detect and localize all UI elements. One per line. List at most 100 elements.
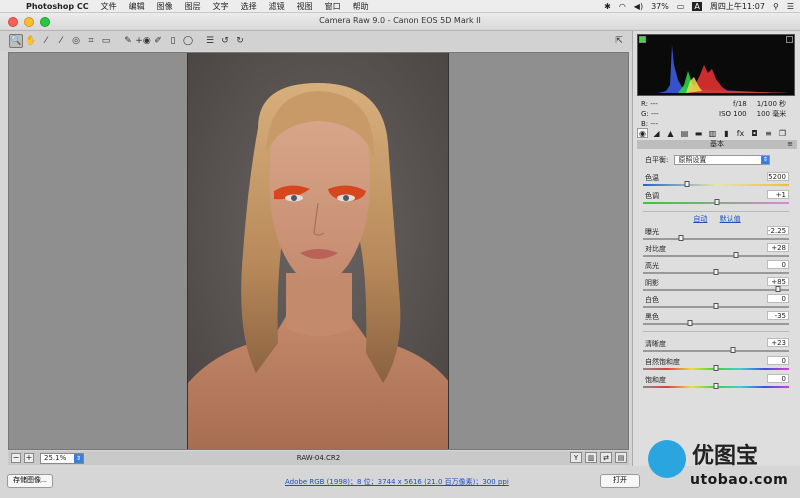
graduated-filter-icon[interactable]: ▯ <box>166 34 180 48</box>
slider-shadows[interactable]: 阴影 +85 <box>643 277 789 295</box>
contrast-knob[interactable] <box>733 252 739 258</box>
input-method[interactable]: A <box>692 2 702 11</box>
menu-edit[interactable]: 编辑 <box>129 1 145 12</box>
slider-vibrance[interactable]: 自然饱和度 0 <box>643 356 789 374</box>
color-sampler-icon[interactable]: ⁄ <box>54 34 68 48</box>
blacks-knob[interactable] <box>687 320 693 326</box>
menu-select[interactable]: 选择 <box>241 1 257 12</box>
image-canvas[interactable] <box>8 52 629 450</box>
auto-link[interactable]: 自动 <box>693 215 707 223</box>
highlight-clipping-icon[interactable] <box>786 36 793 43</box>
radial-filter-icon[interactable]: ◯ <box>181 34 195 48</box>
temperature-knob[interactable] <box>684 181 690 187</box>
tab-basic-icon[interactable]: ◉ <box>637 128 648 138</box>
whites-value[interactable]: 0 <box>767 294 789 303</box>
clarity-knob[interactable] <box>730 347 736 353</box>
slider-blacks[interactable]: 黑色 -35 <box>643 311 789 329</box>
menu-type[interactable]: 文字 <box>213 1 229 12</box>
preferences-icon[interactable]: ☰ <box>203 34 217 48</box>
slider-tint[interactable]: 色调 +1 <box>643 190 789 208</box>
before-after-icon[interactable]: ▥ <box>585 452 597 463</box>
highlights-knob[interactable] <box>713 269 719 275</box>
clock[interactable]: 周四上午11:07 <box>710 1 765 12</box>
shadows-value[interactable]: +85 <box>767 277 789 286</box>
menu-file[interactable]: 文件 <box>101 1 117 12</box>
spot-removal-icon[interactable]: ✎ <box>121 34 135 48</box>
tab-effects-icon[interactable]: ▮ <box>721 128 732 138</box>
photo-preview[interactable] <box>187 53 449 449</box>
slider-contrast[interactable]: 对比度 +28 <box>643 243 789 261</box>
menu-layer[interactable]: 图层 <box>185 1 201 12</box>
tab-snapshots-icon[interactable]: ❐ <box>777 128 788 138</box>
tint-value[interactable]: +1 <box>767 190 789 199</box>
contrast-value[interactable]: +28 <box>767 243 789 252</box>
slider-temperature[interactable]: 色温 5200 <box>643 172 789 190</box>
highlights-value[interactable]: 0 <box>767 260 789 269</box>
tab-split-toning-icon[interactable]: ▬ <box>693 128 704 138</box>
adjustment-brush-icon[interactable]: ✐ <box>151 34 165 48</box>
toolbar: 🔍 ✋ ⁄ ⁄ ◎ ⌗ ▭ ✎ +◉ ✐ ▯ ◯ ☰ ↺ ↻ ⇱ <box>0 31 632 51</box>
menu-help[interactable]: 帮助 <box>353 1 369 12</box>
menu-view[interactable]: 视图 <box>297 1 313 12</box>
straighten-icon[interactable]: ▭ <box>99 34 113 48</box>
fullscreen-icon[interactable]: ⇱ <box>612 34 626 48</box>
vibrance-value[interactable]: 0 <box>767 356 789 365</box>
white-balance-row: 白平衡: 原照设置 ⇕ <box>645 155 771 165</box>
blacks-value[interactable]: -35 <box>767 311 789 320</box>
target-adjust-icon[interactable]: ◎ <box>69 34 83 48</box>
whites-knob[interactable] <box>713 303 719 309</box>
tab-camera-calibration-icon[interactable]: ◘ <box>749 128 760 138</box>
tab-detail-icon[interactable]: ▲ <box>665 128 676 138</box>
slider-exposure[interactable]: 曝光 -2.25 <box>643 226 789 244</box>
notification-icon[interactable]: ☰ <box>787 2 794 11</box>
slider-whites[interactable]: 白色 0 <box>643 294 789 312</box>
slider-saturation[interactable]: 饱和度 0 <box>643 374 789 392</box>
save-image-button[interactable]: 存储图像... <box>7 474 53 488</box>
clarity-value[interactable]: +23 <box>767 338 789 347</box>
panel-menu-icon[interactable]: ≡ <box>787 140 793 149</box>
tab-tone-curve-icon[interactable]: ◢ <box>651 128 662 138</box>
tab-presets-icon[interactable]: ≡ <box>763 128 774 138</box>
shadows-knob[interactable] <box>775 286 781 292</box>
rgb-readout: R: --- G: --- B: --- <box>641 99 659 129</box>
battery-percent[interactable]: 37% <box>651 2 669 11</box>
red-eye-icon[interactable]: +◉ <box>135 34 150 48</box>
workflow-options-link[interactable]: Adobe RGB (1998)；8 位；3744 x 5616 (21.0 百… <box>285 477 509 487</box>
shadow-clipping-icon[interactable] <box>639 36 646 43</box>
saturation-value[interactable]: 0 <box>767 374 789 383</box>
slider-clarity[interactable]: 清晰度 +23 <box>643 338 789 356</box>
exposure-knob[interactable] <box>678 235 684 241</box>
hand-icon[interactable]: ✋ <box>24 34 38 48</box>
rotate-left-icon[interactable]: ↺ <box>218 34 232 48</box>
tab-fx-icon[interactable]: fx <box>735 128 746 138</box>
search-icon[interactable]: ⚲ <box>773 2 779 11</box>
volume-icon[interactable]: ◀) <box>634 2 643 11</box>
menu-bar: Photoshop CC 文件 编辑 图像 图层 文字 选择 滤镜 视图 窗口 … <box>0 0 800 13</box>
open-image-button[interactable]: 打开 <box>600 474 640 488</box>
menu-image[interactable]: 图像 <box>157 1 173 12</box>
app-menu[interactable]: Photoshop CC <box>26 2 89 11</box>
wifi-icon[interactable]: ◠ <box>619 2 626 11</box>
rotate-right-icon[interactable]: ↻ <box>233 34 247 48</box>
swap-icon[interactable]: ⇄ <box>600 452 612 463</box>
tint-knob[interactable] <box>714 199 720 205</box>
white-balance-select[interactable]: 原照设置 ⇕ <box>674 155 771 165</box>
menu-filter[interactable]: 滤镜 <box>269 1 285 12</box>
tab-lens-icon[interactable]: ▥ <box>707 128 718 138</box>
bluetooth-icon[interactable]: ✱ <box>604 2 611 11</box>
crop-icon[interactable]: ⌗ <box>84 34 98 48</box>
menu-window[interactable]: 窗口 <box>325 1 341 12</box>
default-link[interactable]: 默认值 <box>720 215 741 223</box>
zoom-icon[interactable]: 🔍 <box>9 34 23 48</box>
vibrance-knob[interactable] <box>713 365 719 371</box>
saturation-knob[interactable] <box>713 383 719 389</box>
white-balance-icon[interactable]: ⁄ <box>39 34 53 48</box>
rgb-r: R: --- <box>641 100 658 108</box>
exposure-value[interactable]: -2.25 <box>767 226 789 235</box>
battery-icon[interactable]: ▭ <box>677 2 685 11</box>
preview-toggle-icon[interactable]: Y <box>570 452 582 463</box>
compare-icon[interactable]: ▤ <box>615 452 627 463</box>
temperature-value[interactable]: 5200 <box>767 172 789 181</box>
tab-hsl-icon[interactable]: ▤ <box>679 128 690 138</box>
slider-highlights[interactable]: 高光 0 <box>643 260 789 278</box>
